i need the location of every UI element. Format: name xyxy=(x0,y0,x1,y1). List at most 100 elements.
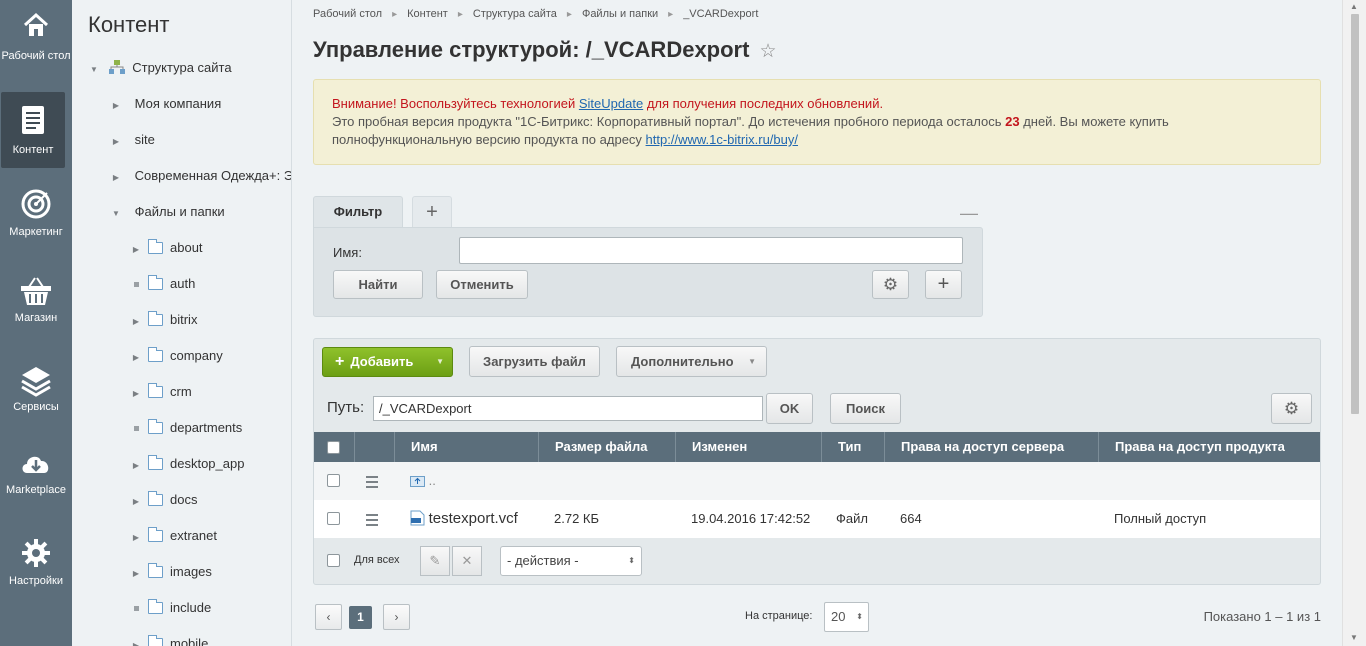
collapsed-arrow-icon[interactable]: ▶ xyxy=(130,492,142,512)
expanded-arrow-icon[interactable]: ▼ xyxy=(110,204,122,224)
breadcrumb-separator-icon: ▸ xyxy=(392,9,398,20)
tree-node-site[interactable]: ▶ site xyxy=(110,130,155,150)
tree-node-site-structure[interactable]: ▼ Структура сайта xyxy=(88,58,232,78)
collapsed-arrow-icon[interactable]: ▶ xyxy=(130,384,142,404)
shown-count: Показано 1 – 1 из 1 xyxy=(1203,609,1321,624)
collapsed-arrow-icon[interactable]: ▶ xyxy=(130,240,142,260)
tree-folder-departments[interactable]: departments xyxy=(130,418,242,438)
more-button[interactable]: Дополнительно ▼ xyxy=(616,346,767,377)
prev-page-button[interactable]: ‹ xyxy=(315,604,342,630)
current-page[interactable]: 1 xyxy=(349,606,372,629)
breadcrumb-item-structure[interactable]: Структура сайта xyxy=(473,8,557,20)
for-all-checkbox[interactable] xyxy=(327,554,340,567)
buy-link[interactable]: http://www.1c-bitrix.ru/buy/ xyxy=(646,132,798,147)
column-header-modified[interactable]: Изменен xyxy=(675,432,821,462)
favorite-star-icon[interactable]: ☆ xyxy=(759,41,776,62)
tree-folder-bitrix[interactable]: ▶ bitrix xyxy=(130,310,197,330)
tree-node-label: desktop_app xyxy=(170,456,245,471)
tree-node-label: extranet xyxy=(170,528,217,543)
folder-icon xyxy=(148,563,163,578)
table-row-up[interactable]: .. xyxy=(314,462,1320,500)
row-menu-icon[interactable] xyxy=(366,476,378,491)
tree-folder-mobile[interactable]: ▶ mobile xyxy=(130,634,208,646)
breadcrumb-item-content[interactable]: Контент xyxy=(407,8,448,20)
filter-name-input[interactable] xyxy=(459,237,963,264)
pencil-icon: ✎ xyxy=(429,553,441,568)
collapsed-arrow-icon[interactable]: ▶ xyxy=(130,636,142,646)
path-ok-button[interactable]: OK xyxy=(766,393,813,424)
notice-line-2: Это пробная версия продукта "1С-Битрикс:… xyxy=(332,113,1302,131)
search-button[interactable]: Поиск xyxy=(830,393,901,424)
column-header-name[interactable]: Имя xyxy=(394,432,538,462)
menu-item-content[interactable]: Контент xyxy=(1,92,65,168)
scroll-down-icon[interactable]: ▼ xyxy=(1350,633,1358,642)
tree-folder-auth[interactable]: auth xyxy=(130,274,195,294)
menu-item-desktop[interactable]: Рабочий стол xyxy=(0,0,72,80)
per-page-select[interactable]: 20 ⬍ xyxy=(824,602,869,632)
siteupdate-link[interactable]: SiteUpdate xyxy=(579,96,643,111)
collapsed-arrow-icon[interactable]: ▶ xyxy=(130,348,142,368)
collapsed-arrow-icon[interactable]: ▶ xyxy=(130,456,142,476)
menu-item-marketplace[interactable]: Marketplace xyxy=(0,442,72,522)
grid-settings-button[interactable]: ⚙ xyxy=(1271,393,1312,424)
page-scrollbar[interactable]: ▲ ▼ xyxy=(1342,0,1366,646)
collapsed-arrow-icon[interactable]: ▶ xyxy=(130,528,142,548)
find-button[interactable]: Найти xyxy=(333,270,423,299)
scrollbar-thumb[interactable] xyxy=(1351,14,1359,414)
upload-file-button[interactable]: Загрузить файл xyxy=(469,346,600,377)
next-page-button[interactable]: › xyxy=(383,604,410,630)
expanded-arrow-icon[interactable]: ▼ xyxy=(88,60,100,80)
menu-item-settings[interactable]: Настройки xyxy=(0,534,72,614)
row-menu-icon[interactable] xyxy=(366,514,378,529)
column-header-size[interactable]: Размер файла xyxy=(538,432,675,462)
delete-button[interactable]: ✕ xyxy=(452,546,482,576)
path-input[interactable]: /_VCARDexport xyxy=(373,396,763,421)
content-tree-panel: Контент ▼ Структура сайта ▶ Моя компания… xyxy=(72,0,292,646)
select-all-checkbox[interactable] xyxy=(327,441,340,454)
file-name-cell[interactable]: testexport.vcf xyxy=(410,500,518,538)
tree-node-files-folders[interactable]: ▼ Файлы и папки xyxy=(110,202,225,222)
add-filter-tab-button[interactable]: + xyxy=(412,196,452,228)
menu-item-services[interactable]: Сервисы xyxy=(0,360,72,440)
gear-icon: ⚙ xyxy=(1283,399,1300,418)
scroll-up-icon[interactable]: ▲ xyxy=(1350,2,1358,11)
tree-folder-include[interactable]: include xyxy=(130,598,211,618)
table-row[interactable]: testexport.vcf 2.72 КБ 19.04.2016 17:42:… xyxy=(314,500,1320,538)
tab-filter[interactable]: Фильтр xyxy=(313,196,403,228)
row-checkbox[interactable] xyxy=(327,474,340,487)
tree-folder-docs[interactable]: ▶ docs xyxy=(130,490,197,510)
breadcrumb-item-desktop[interactable]: Рабочий стол xyxy=(313,8,382,20)
row-checkbox[interactable] xyxy=(327,512,340,525)
menu-item-marketing[interactable]: Маркетинг xyxy=(0,184,72,264)
collapsed-arrow-icon[interactable]: ▶ xyxy=(130,564,142,584)
collapsed-arrow-icon[interactable]: ▶ xyxy=(130,312,142,332)
edit-button[interactable]: ✎ xyxy=(420,546,450,576)
tree-node-company[interactable]: ▶ Моя компания xyxy=(110,94,221,114)
add-button[interactable]: + Добавить ▼ xyxy=(322,347,453,377)
tree-folder-images[interactable]: ▶ images xyxy=(130,562,212,582)
collapsed-arrow-icon[interactable]: ▶ xyxy=(110,96,122,116)
tree-folder-extranet[interactable]: ▶ extranet xyxy=(130,526,217,546)
cancel-button[interactable]: Отменить xyxy=(436,270,528,299)
breadcrumb-item-files[interactable]: Файлы и папки xyxy=(582,8,658,20)
tree-folder-company[interactable]: ▶ company xyxy=(130,346,223,366)
filter-name-label: Имя: xyxy=(333,245,362,260)
column-header-server-rights[interactable]: Права на доступ сервера xyxy=(884,432,1098,462)
tree-folder-desktop_app[interactable]: ▶ desktop_app xyxy=(130,454,244,474)
file-name: testexport.vcf xyxy=(428,510,518,527)
tree-node-modern-clothing[interactable]: ▶ Современная Одежда+: Эл xyxy=(110,166,291,188)
column-header-product-rights[interactable]: Права на доступ продукта xyxy=(1098,432,1320,462)
tree-folder-crm[interactable]: ▶ crm xyxy=(130,382,192,402)
actions-select[interactable]: - действия - ⬍ xyxy=(500,546,642,576)
menu-item-shop[interactable]: Магазин xyxy=(0,270,72,350)
up-folder-cell[interactable]: .. xyxy=(410,462,436,500)
tree-folder-about[interactable]: ▶ about xyxy=(130,238,203,258)
filter-settings-button[interactable]: ⚙ xyxy=(872,270,909,299)
folder-icon xyxy=(148,527,163,542)
minimize-filter-icon[interactable]: — xyxy=(960,203,978,224)
add-filter-field-button[interactable]: + xyxy=(925,270,962,299)
column-header-type[interactable]: Тип xyxy=(821,432,884,462)
collapsed-arrow-icon[interactable]: ▶ xyxy=(110,132,122,152)
breadcrumb-separator-icon: ▸ xyxy=(668,9,674,20)
collapsed-arrow-icon[interactable]: ▶ xyxy=(110,168,122,188)
